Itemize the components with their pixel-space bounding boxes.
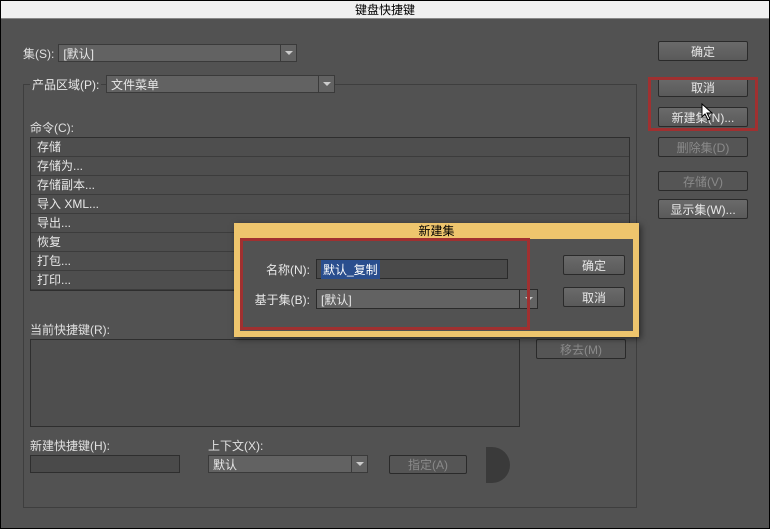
product-area-value: 文件菜单 xyxy=(111,76,159,93)
chevron-down-icon xyxy=(280,45,296,61)
list-item[interactable]: 导入 XML... xyxy=(31,195,629,214)
ok-button[interactable]: 确定 xyxy=(658,41,748,61)
modal-title: 新建集 xyxy=(234,223,639,239)
new-shortcut-input[interactable] xyxy=(30,455,180,473)
save-button: 存储(V) xyxy=(658,171,748,191)
show-set-button[interactable]: 显示集(W)... xyxy=(658,199,748,219)
current-shortcuts-list[interactable] xyxy=(30,339,520,427)
list-item[interactable]: 存储 xyxy=(31,138,629,157)
name-row: 名称(N): 默认_复制 xyxy=(246,257,508,281)
remove-button: 移去(M) xyxy=(536,339,626,359)
product-area-legend: 产品区域(P): xyxy=(30,76,101,93)
list-item[interactable]: 存储副本... xyxy=(31,176,629,195)
set-dropdown[interactable]: [默认] xyxy=(58,44,297,62)
name-input[interactable]: 默认_复制 xyxy=(316,259,508,279)
set-row: 集(S): [默认] xyxy=(23,44,297,62)
modal-cancel-button[interactable]: 取消 xyxy=(563,287,625,307)
modal-body: 名称(N): 默认_复制 基于集(B): [默认] 确定 取消 xyxy=(240,239,633,331)
current-shortcut-label: 当前快捷键(R): xyxy=(30,321,110,338)
name-input-selected-text: 默认_复制 xyxy=(321,260,380,279)
delete-set-button: 删除集(D) xyxy=(658,137,748,157)
context-label: 上下文(X): xyxy=(208,437,263,454)
set-dropdown-value: [默认] xyxy=(63,45,94,62)
context-value: 默认 xyxy=(213,456,237,473)
chevron-down-icon xyxy=(519,290,537,308)
modal-ok-button[interactable]: 确定 xyxy=(563,255,625,275)
list-item[interactable]: 存储为... xyxy=(31,157,629,176)
based-on-row: 基于集(B): [默认] xyxy=(246,287,538,311)
based-on-label: 基于集(B): xyxy=(246,291,310,308)
cancel-button[interactable]: 取消 xyxy=(658,77,748,97)
product-area-label: 产品区域(P): xyxy=(32,78,99,92)
new-shortcut-label: 新建快捷键(H): xyxy=(30,437,110,454)
decorative-shape xyxy=(486,447,510,483)
product-area-dropdown[interactable]: 文件菜单 xyxy=(106,75,335,93)
assign-button: 指定(A) xyxy=(389,455,467,474)
context-dropdown[interactable]: 默认 xyxy=(208,455,368,473)
dialog-title: 键盘快捷键 xyxy=(1,1,769,19)
new-set-modal: 新建集 名称(N): 默认_复制 基于集(B): [默认] 确定 取消 xyxy=(234,223,639,337)
based-on-dropdown[interactable]: [默认] xyxy=(316,289,538,309)
commands-label: 命令(C): xyxy=(30,119,74,136)
chevron-down-icon xyxy=(318,76,334,92)
name-label: 名称(N): xyxy=(246,261,310,278)
chevron-down-icon xyxy=(351,456,367,472)
new-set-button[interactable]: 新建集(N)... xyxy=(658,107,748,127)
based-on-value: [默认] xyxy=(321,291,352,308)
set-label: 集(S): xyxy=(23,45,54,62)
